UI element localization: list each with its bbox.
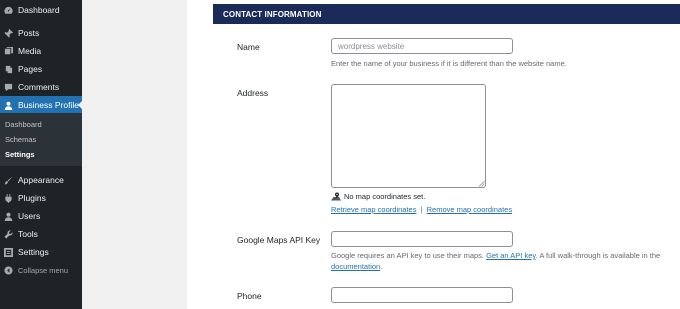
- sidebar-item-tools[interactable]: Tools: [0, 225, 82, 243]
- address-label: Address: [237, 88, 269, 98]
- sidebar-item-comments[interactable]: Comments: [0, 78, 82, 96]
- sidebar-item-label: Pages: [18, 64, 43, 74]
- sidebar-item-plugins[interactable]: Plugins: [0, 189, 82, 207]
- active-indicator-arrow: [78, 100, 83, 110]
- sidebar-item-label: Users: [18, 211, 41, 221]
- sidebar-item-settings[interactable]: Settings: [0, 243, 82, 261]
- link-separator: |: [420, 205, 423, 214]
- map-marker-icon: [331, 192, 341, 201]
- sidebar-item-label: Media: [18, 46, 42, 56]
- admin-sidebar: Dashboard Posts Media Pages Comments Bus…: [0, 0, 83, 309]
- address-textarea[interactable]: [331, 84, 486, 188]
- sidebar-item-dashboard[interactable]: Dashboard: [0, 1, 82, 19]
- map-status-text: No map coordinates set.: [344, 192, 426, 201]
- submenu-item-dashboard[interactable]: Dashboard: [5, 120, 42, 129]
- phone-input[interactable]: [331, 287, 513, 303]
- collapse-menu-button[interactable]: Collapse menu: [0, 261, 82, 279]
- get-api-key-link[interactable]: Get an API key: [486, 251, 535, 260]
- brush-icon: [4, 175, 13, 185]
- sidebar-item-posts[interactable]: Posts: [0, 24, 82, 42]
- google-maps-description: Google requires an API key to use their …: [331, 250, 671, 272]
- sidebar-item-label: Appearance: [18, 175, 64, 185]
- sidebar-item-label: Posts: [18, 28, 40, 38]
- pages-icon: [4, 65, 13, 74]
- sidebar-item-label: Settings: [18, 247, 49, 257]
- google-maps-api-key-input[interactable]: [331, 231, 513, 247]
- business-profile-submenu: Dashboard Schemas Settings: [0, 113, 82, 166]
- remove-map-coordinates-link[interactable]: Remove map coordinates: [427, 205, 512, 214]
- settings-icon: [4, 247, 13, 257]
- sidebar-item-label: Plugins: [18, 193, 46, 203]
- users-icon: [4, 212, 13, 221]
- wrench-icon: [4, 229, 13, 239]
- user-icon: [4, 101, 13, 110]
- comment-icon: [4, 83, 13, 92]
- name-description: Enter the name of your business if it is…: [331, 59, 567, 68]
- collapse-arrow-icon: [4, 265, 13, 275]
- collapse-menu-label: Collapse menu: [18, 265, 69, 275]
- phone-label: Phone: [237, 291, 262, 301]
- google-maps-api-key-label: Google Maps API Key: [237, 235, 321, 245]
- media-icon: [4, 46, 13, 56]
- sidebar-item-label: Dashboard: [18, 5, 60, 15]
- documentation-link[interactable]: documentation: [331, 262, 380, 271]
- sidebar-item-label: Comments: [18, 82, 60, 92]
- name-input[interactable]: [331, 38, 513, 54]
- plugin-icon: [4, 193, 13, 203]
- sidebar-item-media[interactable]: Media: [0, 42, 82, 60]
- dashboard-icon: [4, 6, 13, 15]
- map-links: Retrieve map coordinates | Remove map co…: [331, 205, 512, 214]
- sidebar-item-label: Tools: [18, 229, 38, 239]
- name-label: Name: [237, 42, 260, 52]
- sidebar-item-appearance[interactable]: Appearance: [0, 171, 82, 189]
- sidebar-item-users[interactable]: Users: [0, 207, 82, 225]
- google-maps-desc-middle: . A full walk-through is available in th…: [535, 251, 661, 260]
- sidebar-item-business-profile[interactable]: Business Profile: [0, 96, 83, 114]
- google-maps-desc-suffix: .: [380, 262, 383, 271]
- retrieve-map-coordinates-link[interactable]: Retrieve map coordinates: [331, 205, 416, 214]
- pin-icon: [4, 28, 13, 38]
- sidebar-item-pages[interactable]: Pages: [0, 60, 82, 78]
- resize-handle-icon[interactable]: [478, 180, 485, 187]
- sidebar-item-label: Business Profile: [18, 100, 79, 110]
- contact-information-header: CONTACT INFORMATION: [213, 4, 680, 24]
- map-status: No map coordinates set.: [331, 192, 425, 201]
- google-maps-desc-prefix: Google requires an API key to use their …: [331, 251, 487, 260]
- submenu-item-schemas[interactable]: Schemas: [5, 135, 36, 144]
- submenu-item-settings[interactable]: Settings: [5, 150, 35, 159]
